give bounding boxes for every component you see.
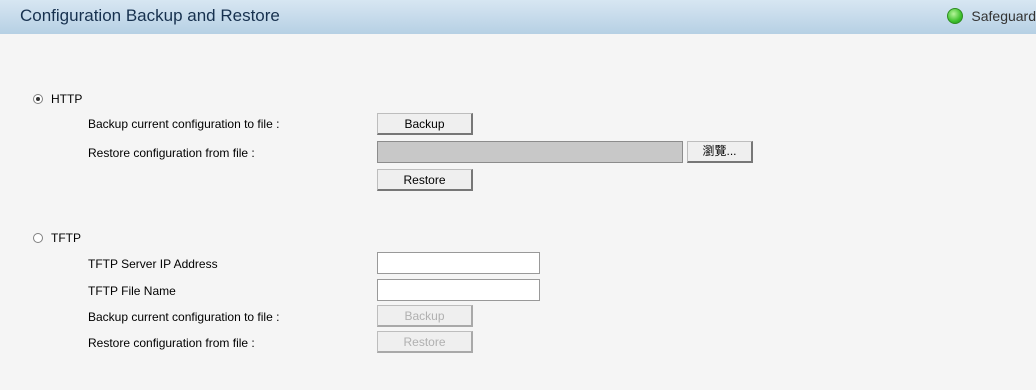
- page-header: Configuration Backup and Restore Safegua…: [0, 0, 1036, 34]
- tftp-backup-button[interactable]: Backup: [377, 305, 473, 327]
- status-led-icon: [947, 8, 964, 24]
- tftp-label: TFTP: [51, 231, 81, 245]
- tftp-restore-button[interactable]: Restore: [377, 331, 473, 353]
- tftp-file-name-label: TFTP File Name: [88, 284, 176, 298]
- http-radio[interactable]: [33, 94, 43, 104]
- http-backup-button[interactable]: Backup: [377, 113, 473, 135]
- tftp-option[interactable]: TFTP: [33, 231, 81, 245]
- tftp-backup-label: Backup current configuration to file :: [88, 310, 280, 324]
- http-backup-label: Backup current configuration to file :: [88, 117, 280, 131]
- browse-button[interactable]: 瀏覽...: [687, 141, 753, 163]
- tftp-server-ip-label: TFTP Server IP Address: [88, 257, 218, 271]
- tftp-radio[interactable]: [33, 233, 43, 243]
- http-option[interactable]: HTTP: [33, 92, 82, 106]
- tftp-file-name-input[interactable]: [377, 279, 540, 301]
- safeguard-label: Safeguard: [971, 8, 1036, 24]
- http-label: HTTP: [51, 92, 83, 106]
- safeguard-status: Safeguard: [947, 8, 1036, 24]
- restore-file-input[interactable]: [377, 141, 683, 163]
- page-title: Configuration Backup and Restore: [20, 6, 280, 25]
- http-restore-label: Restore configuration from file :: [88, 146, 255, 160]
- tftp-server-ip-input[interactable]: [377, 252, 540, 274]
- tftp-restore-label: Restore configuration from file :: [88, 336, 255, 350]
- http-restore-button[interactable]: Restore: [377, 169, 473, 191]
